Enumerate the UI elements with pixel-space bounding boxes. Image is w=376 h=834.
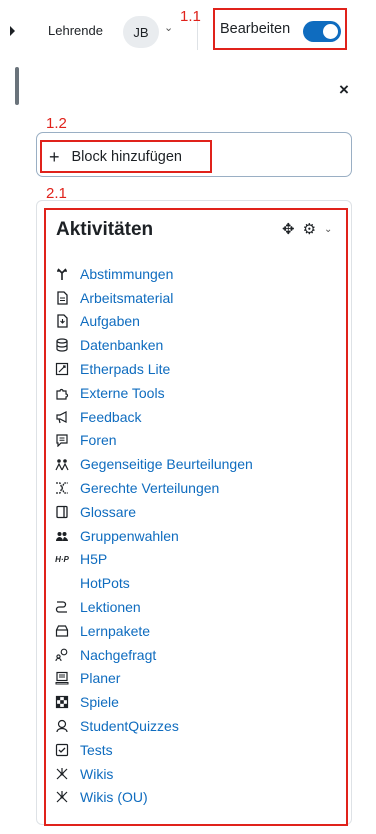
- chevron-down-icon[interactable]: ⌄: [164, 21, 173, 34]
- drawer-resize-handle[interactable]: [15, 67, 19, 105]
- annotation-label-1-2: 1.2: [46, 115, 67, 132]
- annotation-box-activities: [44, 208, 348, 826]
- user-avatar[interactable]: JB: [123, 16, 159, 48]
- annotation-box-add-block: [40, 140, 212, 173]
- annotation-label-1-1: 1.1: [180, 8, 201, 25]
- edit-mode-toggle[interactable]: [303, 21, 341, 42]
- role-label[interactable]: Lehrende: [48, 23, 103, 38]
- close-icon[interactable]: ×: [339, 80, 349, 100]
- edit-mode-label[interactable]: Bearbeiten: [220, 21, 290, 37]
- caret-right-icon[interactable]: [10, 26, 15, 36]
- annotation-label-2-1: 2.1: [46, 185, 67, 202]
